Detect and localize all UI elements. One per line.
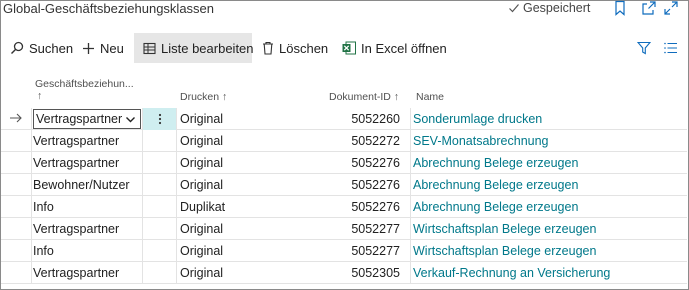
cell-type[interactable]: Info <box>31 240 141 262</box>
cell-doc-id[interactable]: 5052260 <box>177 108 400 130</box>
search-icon <box>11 41 24 54</box>
table-row[interactable]: Info Duplikat 5052276 Abrechnung Belege erz… <box>1 196 687 218</box>
column-divider <box>31 240 32 262</box>
column-divider <box>31 152 32 174</box>
search-button[interactable]: Suchen <box>4 33 79 63</box>
checkmark-icon <box>509 4 519 13</box>
cell-type[interactable]: Info <box>31 196 141 218</box>
table-row[interactable]: Vertragspartner Original 5052260 Sonderumla… <box>1 108 687 130</box>
filter-icon[interactable] <box>637 41 651 55</box>
saved-status-label: Gespeichert <box>523 1 591 15</box>
column-divider <box>142 130 143 152</box>
cell-doc-id[interactable]: 5052277 <box>177 240 400 262</box>
delete-label: Löschen <box>279 40 329 56</box>
excel-label: In Excel öffnen <box>361 40 447 56</box>
page-title: Global-Geschäftsbeziehungsklassen <box>3 1 215 16</box>
sort-ascending-icon: ↑ <box>37 90 43 102</box>
trash-icon <box>263 41 273 55</box>
cell-name-link[interactable]: Wirtschaftsplan Belege erzeugen <box>411 218 687 240</box>
cell-name-link[interactable]: Verkauf-Rechnung an Versicherung <box>411 262 687 284</box>
cell-name-link[interactable]: Abrechnung Belege erzeugen <box>411 196 687 218</box>
cell-doc-id[interactable]: 5052276 <box>177 152 400 174</box>
list-view-icon[interactable] <box>664 42 677 54</box>
open-new-window-icon[interactable] <box>641 0 657 16</box>
cell-doc-id[interactable]: 5052276 <box>177 174 400 196</box>
column-divider <box>31 196 32 218</box>
cell-doc-id[interactable]: 5052276 <box>177 196 400 218</box>
saved-status: Gespeichert <box>508 1 590 15</box>
column-divider <box>142 174 143 196</box>
cell-doc-id[interactable]: 5052305 <box>177 262 400 284</box>
new-button[interactable]: Neu <box>76 33 130 63</box>
cell-type[interactable]: Vertragspartner <box>31 152 141 174</box>
cell-name-link[interactable]: Abrechnung Belege erzeugen <box>411 174 687 196</box>
table-row[interactable]: Bewohner/Nutzer Original 5052276 Abrechnung… <box>1 174 687 196</box>
column-header-doc-id[interactable]: Dokument-ID ↑ <box>329 91 399 103</box>
column-divider <box>31 218 32 240</box>
cell-type[interactable]: Vertragspartner <box>31 218 141 240</box>
delete-button[interactable]: Löschen <box>256 33 334 63</box>
type-select[interactable]: Vertragspartner <box>33 109 141 129</box>
column-divider <box>31 108 32 130</box>
excel-icon <box>342 41 356 55</box>
column-divider <box>31 262 32 284</box>
column-divider <box>142 152 143 174</box>
column-divider <box>31 130 32 152</box>
expand-icon[interactable] <box>663 0 679 16</box>
current-row-arrow-icon <box>10 113 22 123</box>
column-divider <box>142 262 143 284</box>
title-bar: Global-Geschäftsbeziehungsklassen Gespei… <box>1 0 687 26</box>
column-divider <box>142 196 143 218</box>
column-divider <box>142 108 143 130</box>
column-header-type[interactable]: Geschäftsbeziehun... <box>35 78 134 90</box>
cell-type[interactable]: Vertragspartner <box>31 262 141 284</box>
column-divider <box>31 174 32 196</box>
column-divider <box>142 218 143 240</box>
open-in-excel-button[interactable]: In Excel öffnen <box>336 33 453 63</box>
edit-list-icon <box>143 42 156 54</box>
bookmark-icon[interactable] <box>612 0 628 16</box>
cell-type[interactable]: Vertragspartner <box>31 130 141 152</box>
new-label: Neu <box>100 40 124 56</box>
type-select-value: Vertragspartner <box>36 112 123 126</box>
action-bar: Suchen Neu Liste bearbeiten Löschen In E… <box>1 33 687 63</box>
search-label: Suchen <box>29 40 74 56</box>
plus-icon <box>83 42 94 54</box>
column-header-print[interactable]: Drucken ↑ <box>180 91 227 103</box>
table-row[interactable]: Vertragspartner Original 5052277 Wirtschaft… <box>1 218 687 240</box>
cell-type[interactable]: Bewohner/Nutzer <box>31 174 141 196</box>
edit-list-button[interactable]: Liste bearbeiten <box>134 33 254 63</box>
table-row[interactable]: Vertragspartner Original 5052276 Abrechnung… <box>1 152 687 174</box>
table-row[interactable]: Vertragspartner Original 5052305 Verkauf-Re… <box>1 262 687 284</box>
cell-name-link[interactable]: SEV-Monatsabrechnung <box>411 130 687 152</box>
cell-doc-id[interactable]: 5052277 <box>177 218 400 240</box>
cell-name-link[interactable]: Abrechnung Belege erzeugen <box>411 152 687 174</box>
table-row[interactable]: Vertragspartner Original 5052272 SEV-Monats… <box>1 130 687 152</box>
chevron-down-icon <box>126 117 135 123</box>
table-row[interactable]: Info Original 5052277 Wirtschaftsplan Beleg… <box>1 240 687 262</box>
more-vertical-icon <box>158 113 162 125</box>
column-divider <box>142 240 143 262</box>
row-actions-button[interactable] <box>143 108 177 130</box>
column-header-name[interactable]: Name <box>416 91 444 103</box>
edit-list-label: Liste bearbeiten <box>161 40 254 56</box>
cell-name-link[interactable]: Sonderumlage drucken <box>411 108 687 130</box>
cell-doc-id[interactable]: 5052272 <box>177 130 400 152</box>
cell-name-link[interactable]: Wirtschaftsplan Belege erzeugen <box>411 240 687 262</box>
